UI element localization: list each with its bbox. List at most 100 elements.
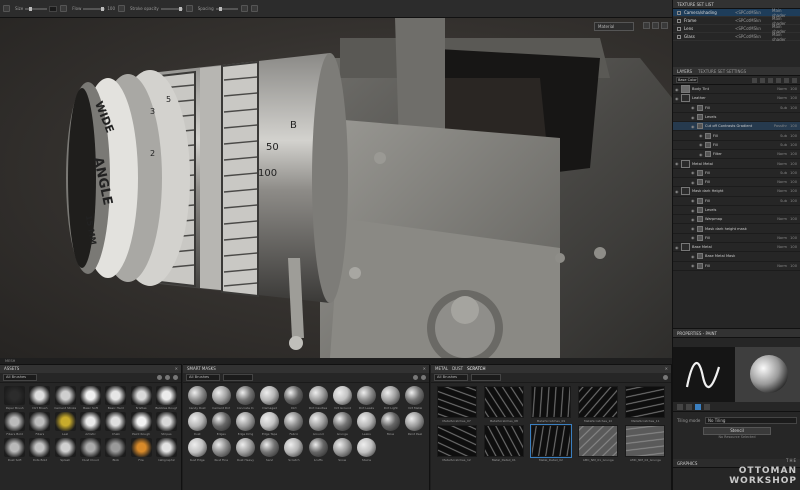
asset-item[interactable]: Fibers [28,412,51,436]
asset-item[interactable]: Splash [54,438,77,462]
layer-row[interactable]: ◉ Metal Metal Norm 100 [673,159,800,169]
textures-filter-dropdown[interactable]: All Brushes [434,374,468,381]
texture-item[interactable]: AMC_NM_02_Grunge [623,425,668,462]
smart-mask-item[interactable]: Dust [186,412,208,436]
asset-item[interactable]: Basic Hard [104,386,127,410]
stencil-icon[interactable] [695,403,701,410]
smart-mask-item[interactable]: Scuffs [307,438,329,462]
asset-item[interactable]: Dust Soft [3,438,26,462]
texture-item[interactable]: Metal_Detail_01 [481,425,526,462]
smart-mask-item[interactable]: Rust Edge [186,438,208,462]
import-icon[interactable] [173,375,178,380]
asset-item[interactable]: Paper Brush [3,386,26,410]
asset-item[interactable]: Chalk [104,412,127,436]
asset-item[interactable]: Dust Cloud [79,438,102,462]
smart-mask-item[interactable]: Damaged [259,386,281,410]
add-paint-layer-icon[interactable] [768,77,773,83]
close-icon[interactable]: ✕ [423,365,429,373]
smart-mask-item[interactable]: Edge Dmg [234,412,256,436]
smart-mask-item[interactable]: Dirt [283,386,305,410]
texture-item[interactable]: MetalScratches_10 [576,386,621,423]
view-icon[interactable] [663,375,668,380]
asset-item[interactable]: Artistic [79,412,102,436]
smart-mask-item[interactable]: Edge Tape [259,412,281,436]
asset-item[interactable]: Dots Bold [28,438,51,462]
size-value[interactable] [49,5,58,12]
smart-mask-item[interactable]: Stains [355,438,377,462]
layer-row[interactable]: ◉ Fill Sub 100 [673,104,800,113]
checkbox[interactable] [677,34,681,39]
view-icon[interactable] [413,375,418,380]
texture-item[interactable]: MetalScratches_12 [434,425,479,462]
layer-row[interactable]: ◉ Fill Norm 100 [673,262,800,271]
texture-set-row[interactable]: Glass <SPCotMSkn Main shader [673,32,800,42]
layer-row[interactable]: ◉ Warpmap Norm 100 [673,215,800,225]
layer-row[interactable]: ◉ Fill Sub 100 [673,131,800,141]
3d-viewport[interactable]: WIDE ANGLE 15 MM 2 3 5 B 50 100 Material [0,18,672,358]
add-fill-layer-icon[interactable] [776,77,781,83]
asset-item[interactable]: Fire [129,438,152,462]
texture-item[interactable]: MetalScratches_07 [434,386,479,423]
search-input[interactable] [471,374,501,381]
asset-item[interactable]: Dirt Brush [28,386,51,410]
viewport-display-icon[interactable] [661,22,668,29]
view-icon[interactable] [157,375,162,380]
checkbox[interactable] [677,10,681,15]
sort-icon[interactable] [421,375,426,380]
smart-mask-item[interactable]: Paint Peel [404,412,426,436]
brush-icon[interactable] [677,403,683,410]
pressure-icon-2[interactable] [185,5,193,12]
tab-texture-set-settings[interactable]: TEXTURE SET SETTINGS [698,67,746,75]
asset-item[interactable]: Bristles [129,386,152,410]
channel-dropdown[interactable]: Base Color [676,77,698,83]
assets-filter-dropdown[interactable]: All Brushes [3,374,37,381]
stencil-button[interactable]: Stencil [703,427,771,435]
smart-mask-item[interactable]: Snow [331,438,353,462]
symmetry-icon[interactable] [240,5,248,12]
layer-row[interactable]: ◉ Fill Sub 100 [673,141,800,151]
smart-mask-item[interactable]: Cement Dirt [210,386,232,410]
sort-icon[interactable] [165,375,170,380]
smart-mask-item[interactable]: Ground [307,412,329,436]
asset-item[interactable]: Blob [104,438,127,462]
particle-icon[interactable] [704,403,710,410]
layer-row[interactable]: ◉ Filter Norm 100 [673,150,800,160]
smart-mask-item[interactable]: Sand [259,438,281,462]
smart-mask-item[interactable]: Leaks [355,412,377,436]
smart-mask-item[interactable]: Dirt Metal [404,386,426,410]
layer-row[interactable]: ◉ Levels [673,113,800,123]
asset-item[interactable]: Fibers Bold [3,412,26,436]
checkbox[interactable] [677,26,681,31]
checkbox[interactable] [677,18,681,23]
flow-control[interactable]: Flow 100 [72,6,115,11]
layer-row[interactable]: ◉ Mask dark Height Norm 100 [673,187,800,197]
search-input[interactable] [223,374,253,381]
delete-layer-icon[interactable] [792,77,797,83]
smart-mask-item[interactable]: Dirt Ground [331,386,353,410]
close-icon[interactable]: ✕ [175,365,181,373]
viewport-settings-icon[interactable] [643,22,650,29]
spacing-control[interactable]: Spacing [198,6,238,11]
layer-row[interactable]: ◉ Leather Norm 100 [673,94,800,104]
stroke-opacity-control[interactable]: Stroke opacity [130,6,183,11]
layer-row[interactable]: ◉ Fill Norm 100 [673,234,800,244]
tab-layers[interactable]: LAYERS [677,67,692,75]
asset-item[interactable]: Cement Stroke [54,386,77,410]
paint-tool-icon[interactable] [3,5,10,12]
asset-item[interactable]: Bubbles Rough [155,386,178,410]
tab-metal[interactable]: METAL [435,365,448,373]
asset-item[interactable]: Leaf [54,412,77,436]
layer-row[interactable]: ◉ Base Metal Norm 100 [673,243,800,253]
smart-mask-item[interactable]: Dirt Cavities [307,386,329,410]
smart-mask-item[interactable]: Concrete D. [234,386,256,410]
tab-scratch[interactable]: SCRATCH [467,365,485,373]
layer-row[interactable]: ◉ Body Tint Norm 100 [673,85,800,95]
layer-row[interactable]: ◉ Levels [673,206,800,216]
smart-mask-item[interactable]: Dirt Light [380,386,402,410]
smart-mask-item[interactable]: Candy Rust [186,386,208,410]
layer-row[interactable]: ◉ Mask dark height mask [673,224,800,234]
texture-item[interactable]: Metal_Detail_02 [528,424,573,462]
texture-item[interactable]: MetalScratches_11 [623,386,668,423]
smart-mask-item[interactable]: Edges [210,412,232,436]
tiling-mode-dropdown[interactable]: No Tiling [705,417,797,424]
